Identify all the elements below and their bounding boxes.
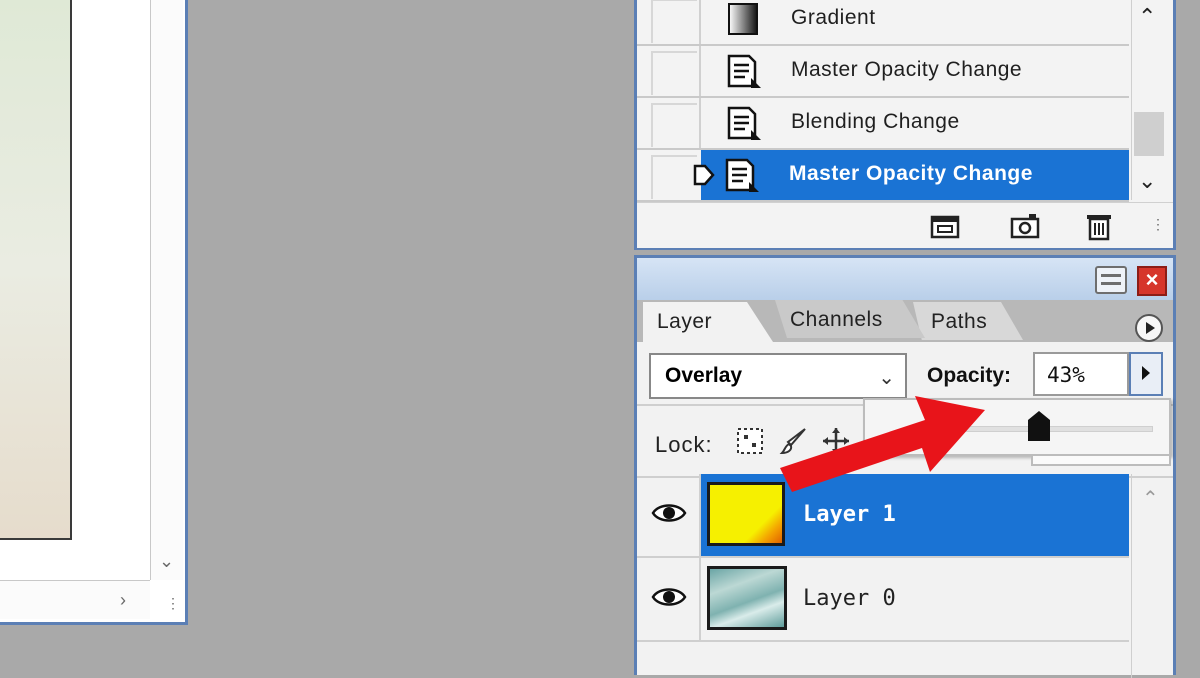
scroll-thumb[interactable] bbox=[1134, 112, 1164, 156]
tab-layer[interactable]: Layer bbox=[643, 302, 773, 342]
layer-name[interactable]: Layer 0 bbox=[803, 586, 896, 611]
lock-transparency-icon[interactable] bbox=[735, 426, 765, 456]
history-item[interactable]: Master Opacity Change bbox=[637, 46, 1129, 98]
scroll-right-icon[interactable]: › bbox=[120, 591, 126, 609]
chevron-down-icon: ⌄ bbox=[878, 367, 895, 389]
history-item-selected[interactable]: Master Opacity Change bbox=[637, 150, 1129, 202]
opacity-slider-popup bbox=[863, 398, 1171, 456]
resize-grip-icon[interactable]: ⋮ bbox=[1151, 217, 1165, 231]
history-item[interactable]: Blending Change bbox=[637, 98, 1129, 150]
close-panel-button[interactable]: × bbox=[1137, 266, 1167, 296]
layers-scrollbar[interactable]: ⌃ bbox=[1131, 474, 1174, 678]
scroll-up-icon[interactable]: ⌃ bbox=[1138, 4, 1156, 30]
current-state-marker-icon bbox=[693, 164, 715, 186]
tab-channels[interactable]: Channels bbox=[775, 300, 925, 338]
scroll-down-icon[interactable]: ⌄ bbox=[159, 552, 174, 570]
resize-grip-icon[interactable]: ⋮ bbox=[166, 596, 180, 610]
history-item-label: Master Opacity Change bbox=[791, 58, 1023, 81]
blend-mode-value: Overlay bbox=[665, 364, 743, 387]
collapse-panel-button[interactable] bbox=[1095, 266, 1127, 294]
history-brush-source-checkbox[interactable] bbox=[651, 155, 697, 199]
new-document-from-state-icon[interactable] bbox=[929, 211, 961, 241]
history-item-label: Gradient bbox=[791, 6, 876, 29]
history-panel: Gradient Master Opacity Change Blending … bbox=[634, 0, 1176, 250]
layer-row-layer-1[interactable]: Layer 1 bbox=[637, 474, 1129, 558]
panel-tabs: Paths Channels Layer bbox=[637, 300, 1173, 342]
panel-menu-icon[interactable] bbox=[1135, 314, 1163, 342]
opacity-slider-track[interactable] bbox=[955, 426, 1153, 432]
history-state-icon bbox=[727, 106, 761, 140]
history-item-label: Blending Change bbox=[791, 110, 960, 133]
history-state-icon bbox=[725, 158, 759, 192]
history-scrollbar[interactable]: ⌃ ⌄ bbox=[1131, 0, 1168, 200]
document-window: ⌄ › ⋮ bbox=[0, 0, 188, 625]
history-footer: ⋮ bbox=[637, 202, 1173, 248]
vertical-scrollbar[interactable]: ⌄ bbox=[150, 0, 183, 580]
lock-position-move-icon[interactable] bbox=[821, 426, 851, 456]
layers-panel: × Paths Channels Layer Overlay ⌄ Opacity… bbox=[634, 255, 1176, 678]
history-brush-source-checkbox[interactable] bbox=[651, 0, 697, 43]
scroll-up-icon[interactable]: ⌃ bbox=[1142, 486, 1159, 511]
history-state-icon bbox=[727, 54, 761, 88]
snapshot-icon[interactable] bbox=[1009, 211, 1041, 241]
layer-row-layer-0[interactable]: Layer 0 bbox=[637, 558, 1129, 642]
history-item[interactable]: Gradient bbox=[637, 0, 1129, 46]
opacity-input[interactable]: 43% bbox=[1033, 352, 1129, 396]
opacity-slider-toggle-button[interactable] bbox=[1129, 352, 1163, 396]
layer-thumbnail[interactable] bbox=[707, 566, 787, 630]
opacity-slider-thumb[interactable] bbox=[1027, 410, 1051, 442]
history-item-label: Master Opacity Change bbox=[789, 162, 1033, 185]
tab-paths[interactable]: Paths bbox=[913, 302, 1023, 340]
lock-image-brush-icon[interactable] bbox=[779, 426, 809, 456]
eye-visibility-icon[interactable] bbox=[651, 498, 687, 528]
history-brush-source-checkbox[interactable] bbox=[651, 103, 697, 147]
history-brush-source-checkbox[interactable] bbox=[651, 51, 697, 95]
trash-icon[interactable] bbox=[1083, 211, 1115, 241]
scroll-down-icon[interactable]: ⌄ bbox=[1138, 168, 1156, 194]
horizontal-scrollbar[interactable]: › bbox=[0, 580, 150, 619]
blend-mode-select[interactable]: Overlay ⌄ bbox=[649, 353, 907, 399]
layer-name[interactable]: Layer 1 bbox=[803, 502, 896, 527]
layer-thumbnail[interactable] bbox=[705, 480, 787, 548]
panel-title-bar[interactable]: × bbox=[637, 258, 1173, 300]
opacity-label: Opacity: bbox=[927, 364, 1012, 387]
document-canvas[interactable] bbox=[0, 0, 72, 540]
gradient-icon bbox=[728, 3, 758, 35]
lock-label: Lock: bbox=[655, 432, 713, 457]
eye-visibility-icon[interactable] bbox=[651, 582, 687, 612]
